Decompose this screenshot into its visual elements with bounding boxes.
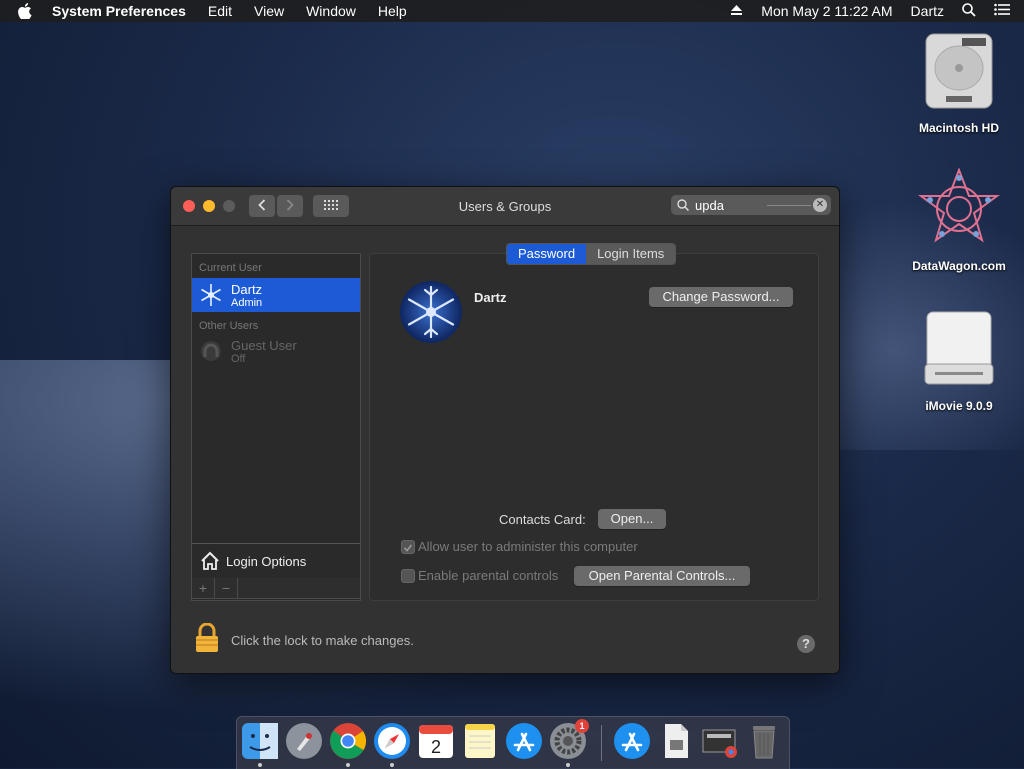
hard-drive-icon — [904, 32, 1014, 115]
remove-user-button[interactable]: − — [215, 578, 238, 598]
datawagon-logo-icon — [904, 167, 1014, 253]
admin-checkbox-label: Allow user to administer this computer — [418, 539, 638, 554]
menu-window[interactable]: Window — [306, 3, 356, 19]
window-titlebar[interactable]: Users & Groups ✕ — [171, 187, 839, 226]
dock-divider — [601, 725, 602, 761]
safari-icon[interactable] — [373, 722, 411, 760]
running-indicator — [346, 763, 350, 767]
eject-icon[interactable] — [730, 3, 743, 19]
user-full-name: Dartz — [474, 290, 507, 305]
disk-image-icon — [904, 308, 1014, 393]
app-store-download-icon[interactable] — [613, 722, 651, 760]
desktop-icon-label: iMovie 9.0.9 — [925, 399, 993, 413]
desktop-icon-imovie[interactable]: iMovie 9.0.9 — [904, 308, 1014, 413]
users-groups-window: Users & Groups ✕ Current User Dartz Admi… — [170, 186, 840, 674]
guest-user-status: Off — [231, 352, 246, 365]
admin-checkbox[interactable] — [401, 540, 415, 554]
user-item-guest[interactable]: Guest User Off — [192, 334, 360, 368]
parental-controls-checkbox[interactable] — [401, 569, 415, 583]
menu-clock[interactable]: Mon May 2 11:22 AM — [761, 3, 892, 19]
dock: 2 1 — [236, 716, 790, 769]
calendar-icon[interactable]: 2 — [417, 722, 455, 760]
tab-login-items[interactable]: Login Items — [586, 244, 676, 264]
user-name: Dartz — [231, 281, 263, 297]
user-item-dartz[interactable]: Dartz Admin — [192, 278, 360, 312]
help-button[interactable]: ? — [797, 635, 815, 653]
desktop-icon-label: DataWagon.com — [912, 259, 1006, 273]
login-options-button[interactable]: Login Options — [191, 543, 361, 579]
spotlight-search-icon[interactable] — [962, 2, 976, 20]
add-user-button[interactable]: + — [192, 578, 215, 598]
desktop-icon-datawagon[interactable]: DataWagon.com — [904, 167, 1014, 273]
house-icon — [200, 551, 220, 571]
open-contacts-button[interactable]: Open... — [598, 509, 666, 529]
contacts-card-label: Contacts Card: — [499, 512, 586, 527]
menu-user[interactable]: Dartz — [911, 3, 944, 19]
desktop-icon-label: Macintosh HD — [918, 121, 999, 135]
change-password-button[interactable]: Change Password... — [649, 287, 793, 307]
finder-icon[interactable] — [241, 722, 279, 760]
add-remove-bar: + − — [191, 578, 361, 599]
menu-bar: System Preferences Edit View Window Help… — [0, 0, 1024, 22]
lock-row: Click the lock to make changes. — [195, 622, 414, 658]
open-parental-controls-button[interactable]: Open Parental Controls... — [574, 566, 750, 586]
lock-message: Click the lock to make changes. — [231, 633, 414, 648]
desktop-icon-macintosh-hd[interactable]: Macintosh HD — [904, 32, 1014, 135]
notification-badge: 1 — [575, 719, 589, 733]
search-input[interactable] — [693, 196, 777, 214]
chrome-icon[interactable] — [329, 722, 367, 760]
search-field[interactable]: ✕ — [671, 195, 831, 215]
login-options-label: Login Options — [226, 553, 307, 569]
svg-text:2: 2 — [431, 737, 441, 757]
notes-icon[interactable] — [461, 722, 499, 760]
menu-app-name[interactable]: System Preferences — [52, 3, 186, 19]
trash-icon[interactable] — [745, 722, 783, 760]
screenshot-folder-icon[interactable] — [701, 722, 739, 760]
tab-password[interactable]: Password — [507, 244, 587, 264]
current-user-header: Current User — [199, 262, 262, 274]
launchpad-icon[interactable] — [285, 722, 323, 760]
tab-bar: Password Login Items — [506, 243, 677, 265]
menu-help[interactable]: Help — [378, 3, 407, 19]
user-avatar[interactable] — [400, 281, 462, 343]
guest-user-icon — [199, 339, 223, 363]
notification-center-icon[interactable] — [994, 3, 1010, 19]
running-indicator — [258, 763, 262, 767]
app-store-icon[interactable] — [505, 722, 543, 760]
running-indicator — [390, 763, 394, 767]
running-indicator — [566, 763, 570, 767]
search-divider — [767, 205, 811, 206]
other-users-header: Other Users — [199, 320, 259, 332]
menu-view[interactable]: View — [254, 3, 284, 19]
guest-user-name: Guest User — [231, 337, 297, 353]
menu-edit[interactable]: Edit — [208, 3, 232, 19]
search-icon — [677, 199, 689, 211]
apple-menu-icon[interactable] — [14, 0, 36, 22]
snowflake-avatar-icon — [199, 283, 223, 307]
lock-icon[interactable] — [195, 622, 219, 658]
clear-search-icon[interactable]: ✕ — [813, 198, 827, 212]
document-icon[interactable] — [657, 722, 695, 760]
parental-controls-label: Enable parental controls — [418, 568, 559, 583]
user-role: Admin — [231, 296, 263, 309]
